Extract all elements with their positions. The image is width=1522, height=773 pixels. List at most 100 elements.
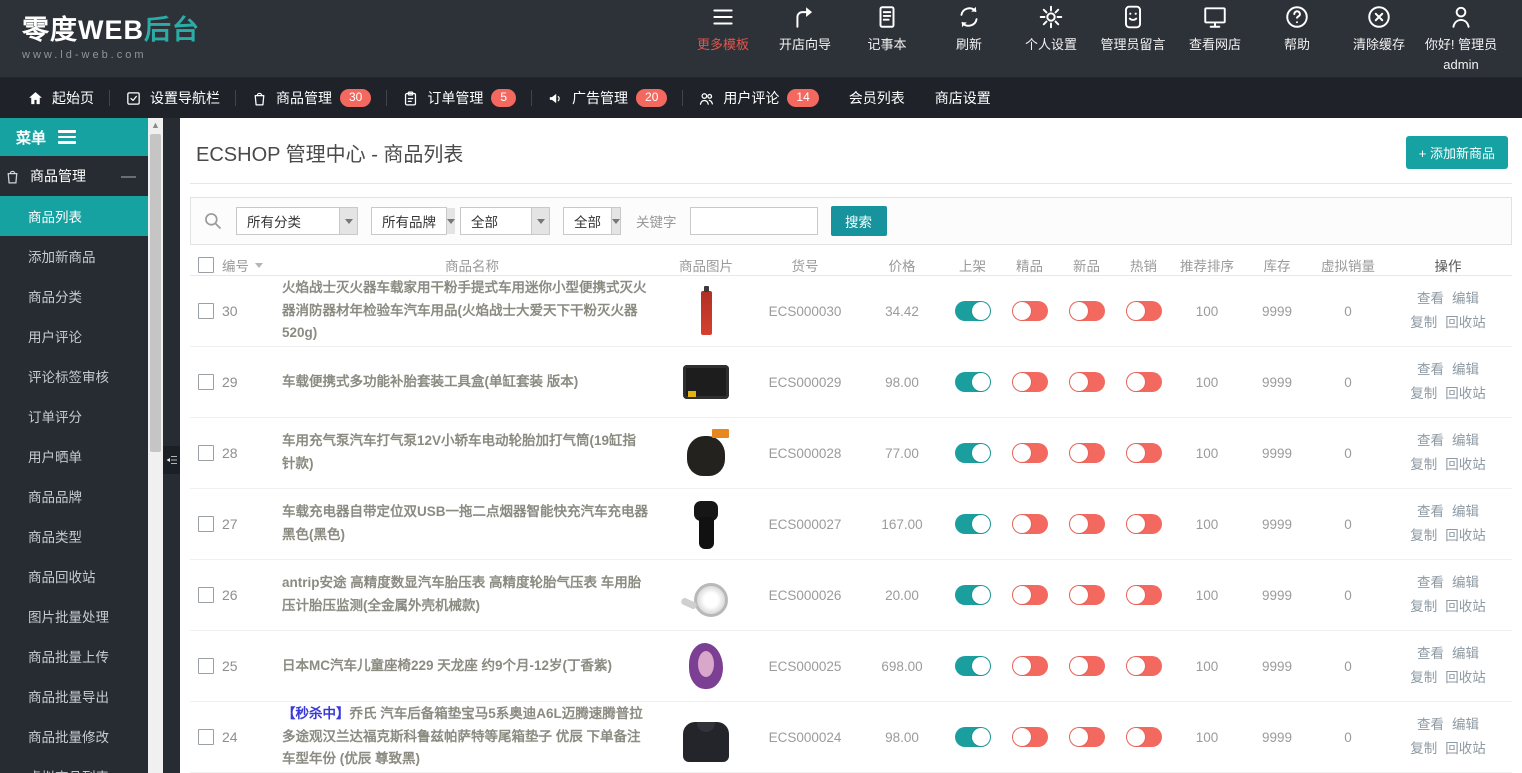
top-action-personal-settings[interactable]: 个人设置 [1010, 4, 1092, 53]
new-toggle[interactable] [1068, 727, 1105, 747]
nav-item-nav-settings[interactable]: 设置导航栏 [110, 78, 235, 118]
copy-link[interactable]: 复制 [1410, 741, 1437, 756]
sidebar-item[interactable]: 用户评论 [0, 316, 148, 356]
sidebar-collapse-handle[interactable] [163, 446, 180, 474]
product-image[interactable] [680, 568, 732, 622]
type-select[interactable]: 全部 [563, 207, 621, 235]
edit-link[interactable]: 编辑 [1452, 291, 1479, 306]
copy-link[interactable]: 复制 [1410, 670, 1437, 685]
row-checkbox[interactable] [198, 374, 214, 390]
best-toggle[interactable] [1011, 514, 1048, 534]
recycle-link[interactable]: 回收站 [1445, 528, 1486, 543]
sidebar-item[interactable]: 订单评分 [0, 396, 148, 436]
product-sort[interactable]: 100 [1172, 588, 1242, 603]
new-toggle[interactable] [1068, 301, 1105, 321]
copy-link[interactable]: 复制 [1410, 386, 1437, 401]
scrollbar-thumb[interactable] [150, 134, 161, 452]
product-price[interactable]: 20.00 [860, 588, 944, 603]
top-action-admin-message[interactable]: 管理员留言 [1092, 4, 1174, 53]
hot-toggle[interactable] [1125, 514, 1162, 534]
new-toggle[interactable] [1068, 443, 1105, 463]
edit-link[interactable]: 编辑 [1452, 504, 1479, 519]
best-toggle[interactable] [1011, 372, 1048, 392]
product-image[interactable] [680, 355, 732, 409]
recycle-link[interactable]: 回收站 [1445, 599, 1486, 614]
nav-item-ad-manage[interactable]: 广告管理 20 [532, 78, 682, 118]
product-image[interactable] [680, 426, 732, 480]
new-toggle[interactable] [1068, 372, 1105, 392]
sidebar-item[interactable]: 商品列表 [0, 196, 148, 236]
on-sale-toggle[interactable] [954, 727, 991, 747]
recycle-link[interactable]: 回收站 [1445, 386, 1486, 401]
row-checkbox[interactable] [198, 516, 214, 532]
category-select[interactable]: 所有分类 [236, 207, 358, 235]
product-virtual-sales[interactable]: 0 [1312, 588, 1384, 603]
nav-item-shop-settings[interactable]: 商店设置 [920, 78, 1006, 118]
product-name[interactable]: antrip安途 高精度数显汽车胎压表 高精度轮胎气压表 车用胎压计胎压监测(全… [282, 572, 648, 618]
product-name[interactable]: 车载充电器自带定位双USB一拖二点烟器智能快充汽车充电器 黑色(黑色) [282, 501, 648, 547]
top-action-view-shop[interactable]: 查看网店 [1174, 4, 1256, 53]
product-stock[interactable]: 9999 [1242, 659, 1312, 674]
copy-link[interactable]: 复制 [1410, 457, 1437, 472]
new-toggle[interactable] [1068, 656, 1105, 676]
view-link[interactable]: 查看 [1417, 433, 1444, 448]
recycle-link[interactable]: 回收站 [1445, 315, 1486, 330]
hot-toggle[interactable] [1125, 585, 1162, 605]
row-checkbox[interactable] [198, 729, 214, 745]
view-link[interactable]: 查看 [1417, 717, 1444, 732]
product-sort[interactable]: 100 [1172, 659, 1242, 674]
nav-item-user-comments[interactable]: 用户评论 14 [683, 78, 833, 118]
sort-caret-icon[interactable] [255, 262, 263, 268]
product-price[interactable]: 698.00 [860, 659, 944, 674]
product-sort[interactable]: 100 [1172, 375, 1242, 390]
best-toggle[interactable] [1011, 443, 1048, 463]
scrollbar-up-arrow-icon[interactable]: ▲ [148, 120, 163, 130]
product-virtual-sales[interactable]: 0 [1312, 446, 1384, 461]
hot-toggle[interactable] [1125, 372, 1162, 392]
sidebar-item[interactable]: 商品分类 [0, 276, 148, 316]
copy-link[interactable]: 复制 [1410, 315, 1437, 330]
sidebar-item[interactable]: 商品类型 [0, 516, 148, 556]
row-checkbox[interactable] [198, 303, 214, 319]
row-checkbox[interactable] [198, 587, 214, 603]
best-toggle[interactable] [1011, 656, 1048, 676]
sidebar-item[interactable]: 商品批量上传 [0, 636, 148, 676]
on-sale-toggle[interactable] [954, 301, 991, 321]
collapse-minus-icon[interactable]: — [121, 168, 136, 185]
product-stock[interactable]: 9999 [1242, 730, 1312, 745]
hot-toggle[interactable] [1125, 656, 1162, 676]
view-link[interactable]: 查看 [1417, 362, 1444, 377]
product-virtual-sales[interactable]: 0 [1312, 730, 1384, 745]
edit-link[interactable]: 编辑 [1452, 575, 1479, 590]
top-action-clear-cache[interactable]: 清除缓存 [1338, 4, 1420, 53]
sidebar-group-goods-manage[interactable]: 商品管理 — [0, 156, 148, 196]
nav-item-order-manage[interactable]: 订单管理 5 [387, 78, 531, 118]
sidebar-item[interactable]: 添加新商品 [0, 236, 148, 276]
product-name[interactable]: 车载便携式多功能补胎套装工具盒(单缸套装 版本) [282, 371, 578, 394]
edit-link[interactable]: 编辑 [1452, 646, 1479, 661]
nav-item-goods-manage[interactable]: 商品管理 30 [236, 78, 386, 118]
product-price[interactable]: 34.42 [860, 304, 944, 319]
product-image[interactable] [680, 284, 732, 338]
top-action-more-templates[interactable]: 更多模板 [682, 4, 764, 53]
sidebar-item[interactable]: 用户晒单 [0, 436, 148, 476]
product-name[interactable]: 日本MC汽车儿童座椅229 天龙座 约9个月-12岁(丁香紫) [282, 655, 612, 678]
search-button[interactable]: 搜索 [830, 206, 887, 236]
product-image[interactable] [680, 710, 732, 764]
best-toggle[interactable] [1011, 727, 1048, 747]
product-sort[interactable]: 100 [1172, 517, 1242, 532]
select-all-checkbox[interactable] [198, 257, 214, 273]
top-action-refresh[interactable]: 刷新 [928, 4, 1010, 53]
status-select[interactable]: 全部 [460, 207, 550, 235]
row-checkbox[interactable] [198, 445, 214, 461]
logo[interactable]: 零度WEB后台 www.ld-web.com [22, 15, 200, 61]
on-sale-toggle[interactable] [954, 514, 991, 534]
product-price[interactable]: 98.00 [860, 375, 944, 390]
product-virtual-sales[interactable]: 0 [1312, 517, 1384, 532]
product-stock[interactable]: 9999 [1242, 588, 1312, 603]
product-virtual-sales[interactable]: 0 [1312, 304, 1384, 319]
nav-item-member-list[interactable]: 会员列表 [834, 78, 920, 118]
add-new-goods-button[interactable]: + 添加新商品 [1405, 136, 1508, 169]
sidebar-item[interactable]: 评论标签审核 [0, 356, 148, 396]
product-price[interactable]: 98.00 [860, 730, 944, 745]
